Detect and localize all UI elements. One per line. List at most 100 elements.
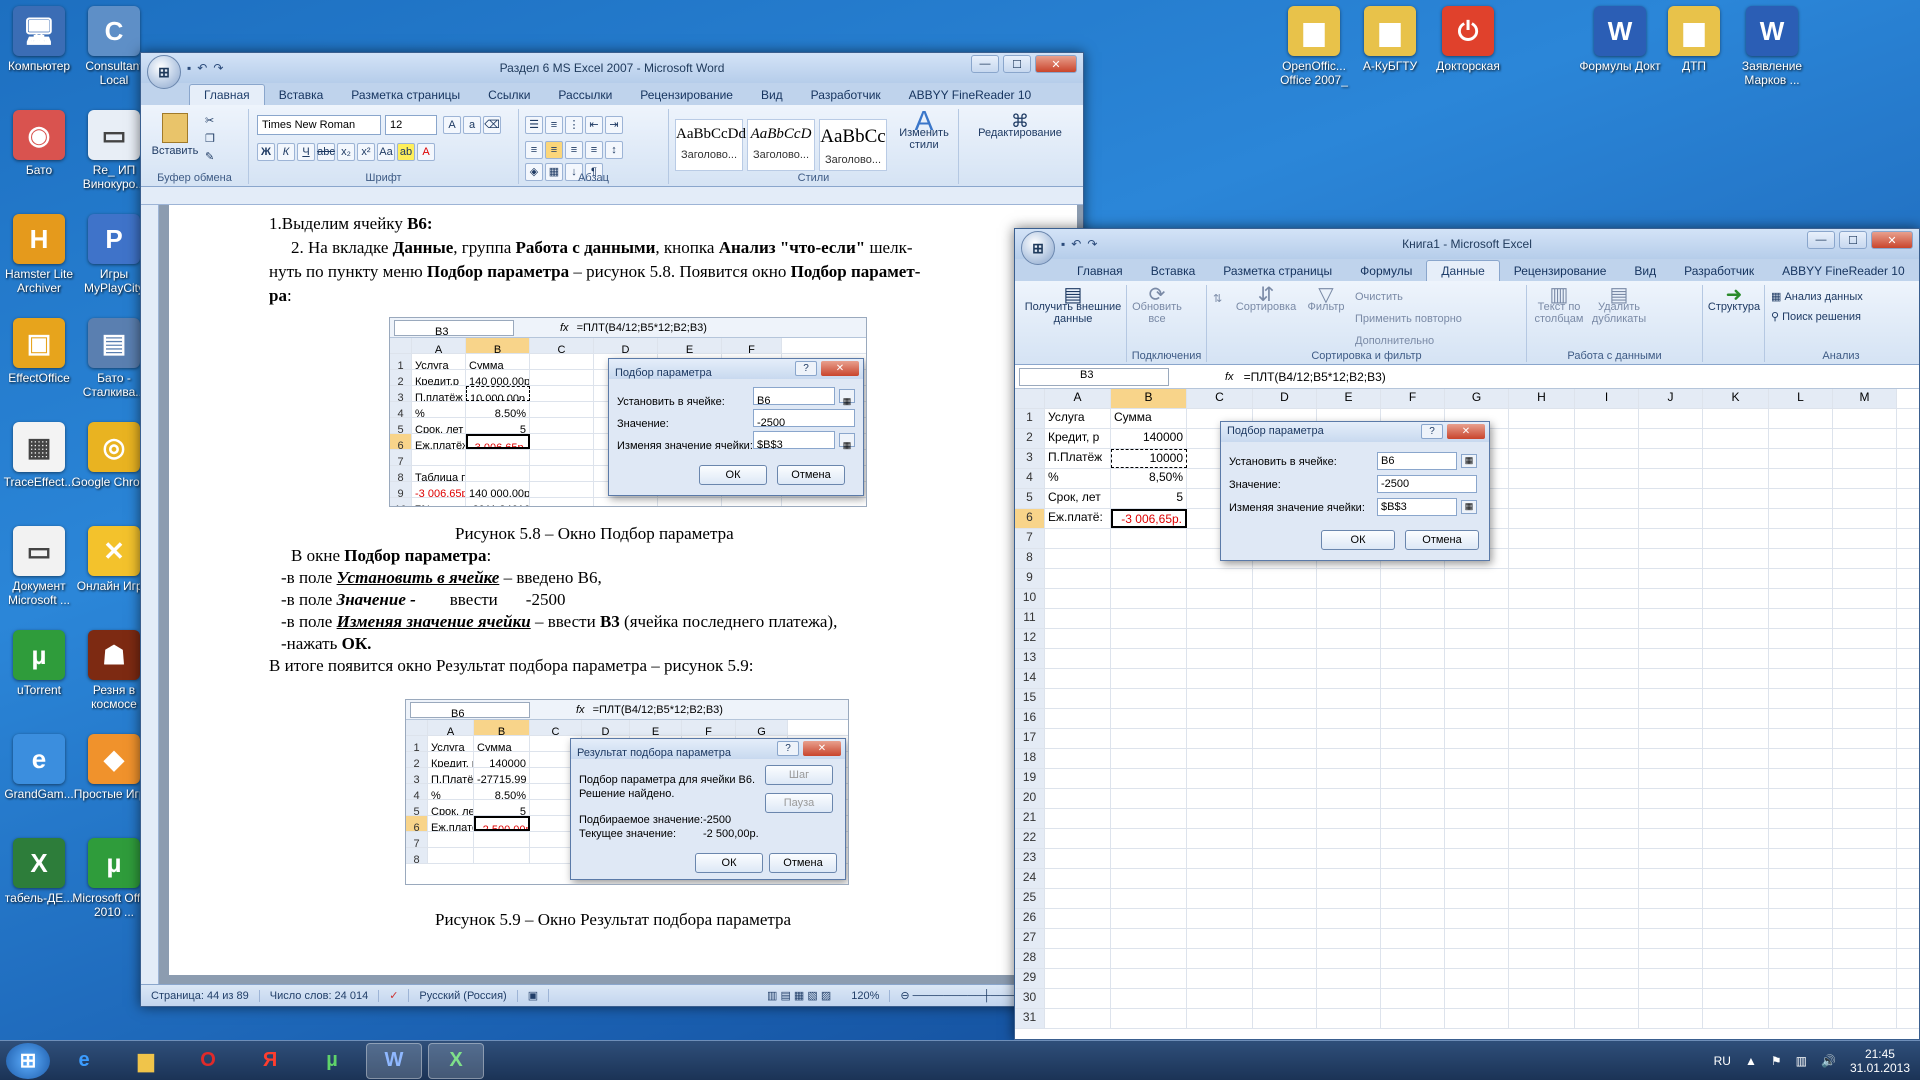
cell[interactable] (1111, 709, 1187, 728)
cell[interactable] (1111, 849, 1187, 868)
cell[interactable] (1253, 929, 1317, 948)
cell[interactable] (1639, 569, 1703, 588)
cell[interactable] (1769, 909, 1833, 928)
language-indicator[interactable]: RU (1714, 1054, 1731, 1068)
cell[interactable] (1445, 709, 1509, 728)
cell[interactable] (1769, 969, 1833, 988)
cell[interactable]: 5 (1111, 489, 1187, 508)
cell[interactable] (1833, 969, 1897, 988)
cell[interactable] (1445, 729, 1509, 748)
cell[interactable] (1703, 729, 1769, 748)
cell[interactable] (1111, 809, 1187, 828)
range-picker-icon[interactable]: ▦ (1461, 500, 1477, 514)
cell[interactable] (1639, 749, 1703, 768)
row-header[interactable]: 5 (1015, 489, 1045, 508)
cell[interactable] (1703, 589, 1769, 608)
cell[interactable] (1575, 509, 1639, 528)
column-header[interactable]: F (1381, 389, 1445, 408)
cell[interactable] (1509, 769, 1575, 788)
cell[interactable] (1575, 629, 1639, 648)
cell[interactable] (1703, 529, 1769, 548)
cell[interactable] (1445, 849, 1509, 868)
cell[interactable] (1509, 829, 1575, 848)
cell[interactable] (1045, 929, 1111, 948)
cell[interactable] (1317, 929, 1381, 948)
row-header[interactable]: 19 (1015, 769, 1045, 788)
cell[interactable] (1187, 689, 1253, 708)
ribbon-tab[interactable]: Разметка страницы (1209, 261, 1346, 281)
cell[interactable] (1833, 709, 1897, 728)
column-header[interactable]: I (1575, 389, 1639, 408)
cell[interactable] (1445, 809, 1509, 828)
cell[interactable]: П.Платёж (1045, 449, 1111, 468)
cell[interactable] (1769, 549, 1833, 568)
numbering-icon[interactable]: ≡ (545, 116, 563, 134)
cell[interactable] (1445, 949, 1509, 968)
cell[interactable] (1111, 749, 1187, 768)
cell[interactable] (1769, 529, 1833, 548)
desktop-icon[interactable]: 🖥 Компьютер (0, 6, 82, 73)
cell[interactable] (1111, 989, 1187, 1008)
cell[interactable] (1045, 669, 1111, 688)
cell[interactable] (1639, 529, 1703, 548)
row-header[interactable]: 26 (1015, 909, 1045, 928)
font-size-select[interactable]: 12 (385, 115, 437, 135)
desktop-icon[interactable]: ▣ EffectOffice (0, 318, 82, 385)
cell[interactable] (1445, 969, 1509, 988)
taskbar-yandex-icon[interactable]: Я (242, 1043, 298, 1079)
cell[interactable] (1769, 629, 1833, 648)
sort-az-icon[interactable]: ⇅ (1213, 293, 1222, 305)
cell[interactable] (1381, 749, 1445, 768)
ribbon-tab[interactable]: Рассылки (544, 85, 626, 105)
column-header[interactable]: L (1769, 389, 1833, 408)
cell[interactable] (1509, 689, 1575, 708)
vertical-ruler[interactable] (141, 205, 159, 984)
cell[interactable] (1639, 589, 1703, 608)
cell[interactable] (1187, 989, 1253, 1008)
cell[interactable] (1769, 689, 1833, 708)
cell[interactable] (1575, 549, 1639, 568)
clear-format-icon[interactable]: ⌫ (483, 116, 501, 134)
cell[interactable] (1769, 649, 1833, 668)
cell[interactable] (1769, 989, 1833, 1008)
cell[interactable] (1253, 749, 1317, 768)
cell[interactable] (1703, 669, 1769, 688)
cell[interactable] (1111, 909, 1187, 928)
cell[interactable] (1769, 489, 1833, 508)
cell[interactable] (1445, 889, 1509, 908)
superscript-icon[interactable]: x² (357, 143, 375, 161)
cell[interactable] (1045, 749, 1111, 768)
change-case-icon[interactable]: Aa (377, 143, 395, 161)
cell[interactable] (1509, 569, 1575, 588)
row-header[interactable]: 17 (1015, 729, 1045, 748)
cell[interactable] (1317, 729, 1381, 748)
cell[interactable] (1769, 889, 1833, 908)
cell[interactable] (1445, 769, 1509, 788)
cell[interactable] (1639, 689, 1703, 708)
cell[interactable] (1575, 529, 1639, 548)
cell[interactable] (1509, 549, 1575, 568)
cell[interactable] (1575, 889, 1639, 908)
ribbon-tab[interactable]: Главная (1063, 261, 1137, 281)
cell[interactable] (1639, 789, 1703, 808)
cell[interactable] (1445, 569, 1509, 588)
cell[interactable] (1317, 749, 1381, 768)
macro-icon[interactable]: ▣ (518, 989, 550, 1002)
cell[interactable] (1703, 969, 1769, 988)
cell[interactable] (1187, 829, 1253, 848)
cell[interactable] (1639, 669, 1703, 688)
language[interactable]: Русский (Россия) (409, 989, 518, 1002)
cell[interactable] (1833, 949, 1897, 968)
cell[interactable] (1111, 649, 1187, 668)
maximize-button[interactable]: ☐ (1003, 55, 1031, 73)
dialog-close-button[interactable]: ✕ (1447, 424, 1485, 439)
cell[interactable] (1703, 609, 1769, 628)
column-header[interactable]: K (1703, 389, 1769, 408)
ribbon-tab[interactable]: Разметка страницы (337, 85, 474, 105)
cell[interactable] (1509, 889, 1575, 908)
style-heading-1[interactable]: AaBbCcDd Заголово... (675, 119, 746, 171)
cell[interactable] (1509, 469, 1575, 488)
cell[interactable] (1703, 569, 1769, 588)
cell[interactable] (1509, 749, 1575, 768)
cancel-button[interactable]: Отмена (1405, 530, 1479, 550)
